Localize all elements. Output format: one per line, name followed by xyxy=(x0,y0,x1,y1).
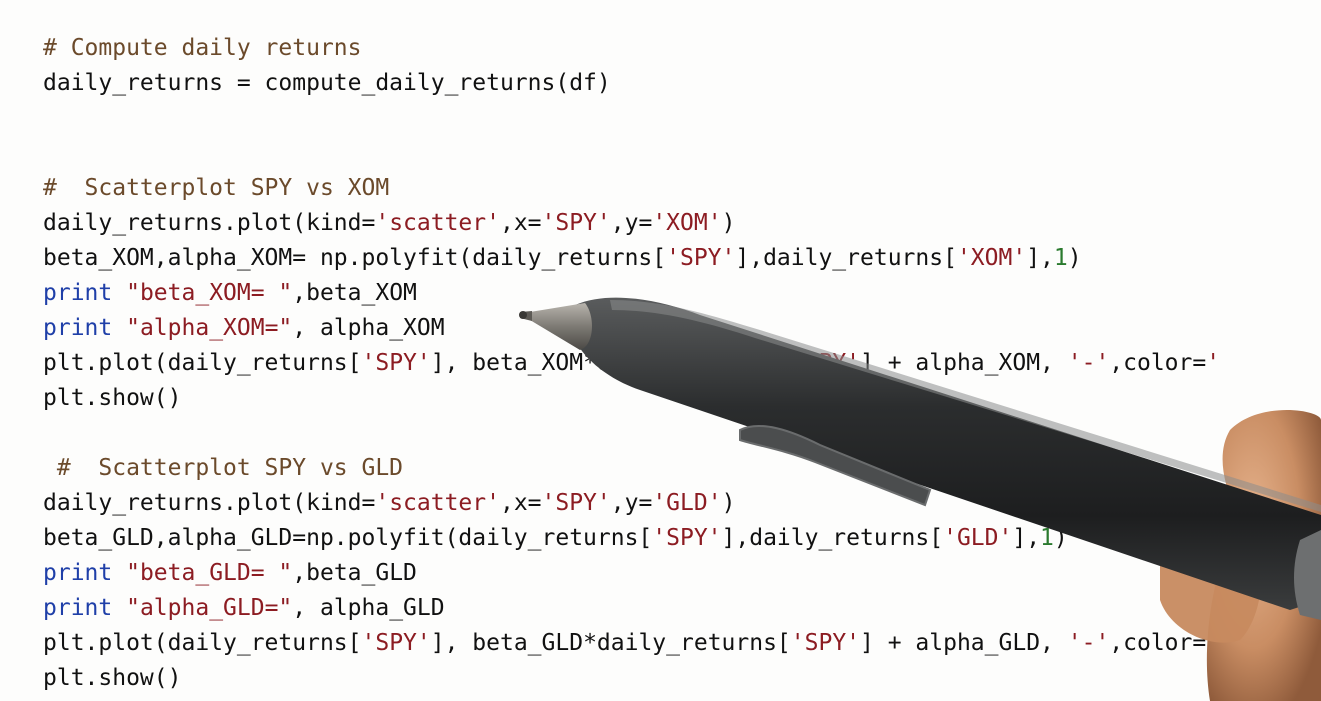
code-line: print "beta_GLD= ",beta_GLD xyxy=(43,556,1220,591)
code-line: daily_returns.plot(kind='scatter',x='SPY… xyxy=(43,486,1220,521)
code-token-keyword: print xyxy=(43,315,113,341)
code-token-plain: ] + alpha_GLD, xyxy=(860,630,1068,656)
code-token-plain: ) xyxy=(1053,525,1068,551)
code-token-comment: # Compute daily returns xyxy=(43,35,362,61)
code-token-string: ' xyxy=(1206,350,1221,376)
code-token-plain: ) xyxy=(1067,245,1082,271)
code-token-string: 'SPY' xyxy=(361,350,431,376)
code-token-plain: ,y= xyxy=(610,490,653,516)
video-frame: # Compute daily returns daily_returns = c… xyxy=(0,0,1321,701)
code-token-plain: , alpha_XOM xyxy=(292,315,445,341)
code-token-plain: ],daily_returns[ xyxy=(721,525,944,551)
code-line: plt.show() xyxy=(43,661,1220,696)
code-token-keyword: print xyxy=(43,280,113,306)
code-token-string: 'GLD' xyxy=(652,490,722,516)
code-line: print "beta_XOM= ",beta_XOM xyxy=(43,276,1220,311)
code-token-plain: ,x= xyxy=(499,210,542,236)
code-token-plain: daily_returns.plot(kind= xyxy=(43,210,376,236)
code-token-keyword: print xyxy=(43,595,113,621)
code-token-string: 'SPY' xyxy=(361,630,431,656)
code-token-plain: ], xyxy=(1026,245,1054,271)
code-token-number: 1 xyxy=(1053,245,1068,271)
code-token-string: 'SPY' xyxy=(666,245,736,271)
code-token-plain: beta_GLD,alpha_GLD=np.polyfit(daily_retu… xyxy=(43,525,653,551)
code-token-plain: ], xyxy=(1012,525,1041,551)
code-token-plain: , alpha_GLD xyxy=(292,595,445,621)
code-token-string: ' xyxy=(1206,630,1221,656)
code-token-string: 'GLD' xyxy=(943,525,1013,551)
code-token-plain: ) xyxy=(721,490,736,516)
code-token-plain: ,color= xyxy=(1109,350,1207,376)
code-token-plain: ,color= xyxy=(1109,630,1207,656)
code-token-comment: # Scatterplot SPY vs XOM xyxy=(43,175,390,201)
code-line: plt.plot(daily_returns['SPY'], beta_GLD*… xyxy=(43,626,1220,661)
code-token-string: 'SPY' xyxy=(652,525,722,551)
code-line: print "alpha_XOM=", alpha_XOM xyxy=(43,311,1220,346)
code-token-string: "alpha_XOM=" xyxy=(126,315,293,341)
code-token-plain: ], beta_XOM*daily_returns[ xyxy=(430,350,791,376)
code-token-plain: ,beta_GLD xyxy=(292,560,417,586)
code-token-string: 'XOM' xyxy=(956,245,1027,271)
code-token-plain: ,y= xyxy=(610,210,653,236)
code-line: print "alpha_GLD=", alpha_GLD xyxy=(43,591,1220,626)
code-line: plt.show() xyxy=(43,381,1220,416)
code-token-plain: daily_returns.plot(kind= xyxy=(43,490,376,516)
code-token-plain: plt.show() xyxy=(43,385,182,411)
code-editor: # Compute daily returns daily_returns = c… xyxy=(43,31,1220,696)
code-token-string: "beta_GLD= " xyxy=(126,560,293,586)
code-line: beta_GLD,alpha_GLD=np.polyfit(daily_retu… xyxy=(43,521,1220,556)
code-line: # Compute daily returns xyxy=(43,31,1220,66)
code-token-string: 'scatter' xyxy=(375,490,500,516)
code-token-string: 'SPY' xyxy=(790,350,861,376)
code-token-plain: daily_returns = compute_daily_returns(df… xyxy=(43,70,611,96)
code-token-plain: beta_XOM,alpha_XOM= np.polyfit(daily_ret… xyxy=(43,245,667,271)
code-token-string: "alpha_GLD=" xyxy=(126,595,293,621)
code-line: plt.plot(daily_returns['SPY'], beta_XOM*… xyxy=(43,346,1220,381)
code-token-plain: plt.show() xyxy=(43,665,182,691)
code-token-plain: ] + alpha_XOM, xyxy=(860,350,1068,376)
code-token-string: 'SPY' xyxy=(541,490,611,516)
code-token-keyword: print xyxy=(43,560,113,586)
code-token-string: 'SPY' xyxy=(790,630,861,656)
code-token-plain: plt.plot(daily_returns[ xyxy=(43,350,362,376)
code-line: # Scatterplot SPY vs GLD xyxy=(43,451,1220,486)
code-token-plain: ) xyxy=(721,210,736,236)
code-token-plain: ,x= xyxy=(499,490,542,516)
code-line: daily_returns = compute_daily_returns(df… xyxy=(43,66,1220,101)
code-token-string: 'XOM' xyxy=(652,210,722,236)
code-line: beta_XOM,alpha_XOM= np.polyfit(daily_ret… xyxy=(43,241,1220,276)
code-token-plain: ,beta_XOM xyxy=(292,280,417,306)
code-token-string: '-' xyxy=(1067,630,1110,656)
code-token-string: '-' xyxy=(1067,350,1110,376)
code-token-string: "beta_XOM= " xyxy=(126,280,293,306)
code-token-plain: ],daily_returns[ xyxy=(735,245,957,271)
code-line: # Scatterplot SPY vs XOM xyxy=(43,171,1220,206)
code-token-number: 1 xyxy=(1040,525,1054,551)
code-token-string: 'scatter' xyxy=(375,210,500,236)
code-token-plain: ], beta_GLD*daily_returns[ xyxy=(430,630,791,656)
code-token-plain: plt.plot(daily_returns[ xyxy=(43,630,362,656)
code-line: daily_returns.plot(kind='scatter',x='SPY… xyxy=(43,206,1220,241)
code-token-string: 'SPY' xyxy=(541,210,611,236)
code-token-comment: # Scatterplot SPY vs GLD xyxy=(43,455,404,481)
